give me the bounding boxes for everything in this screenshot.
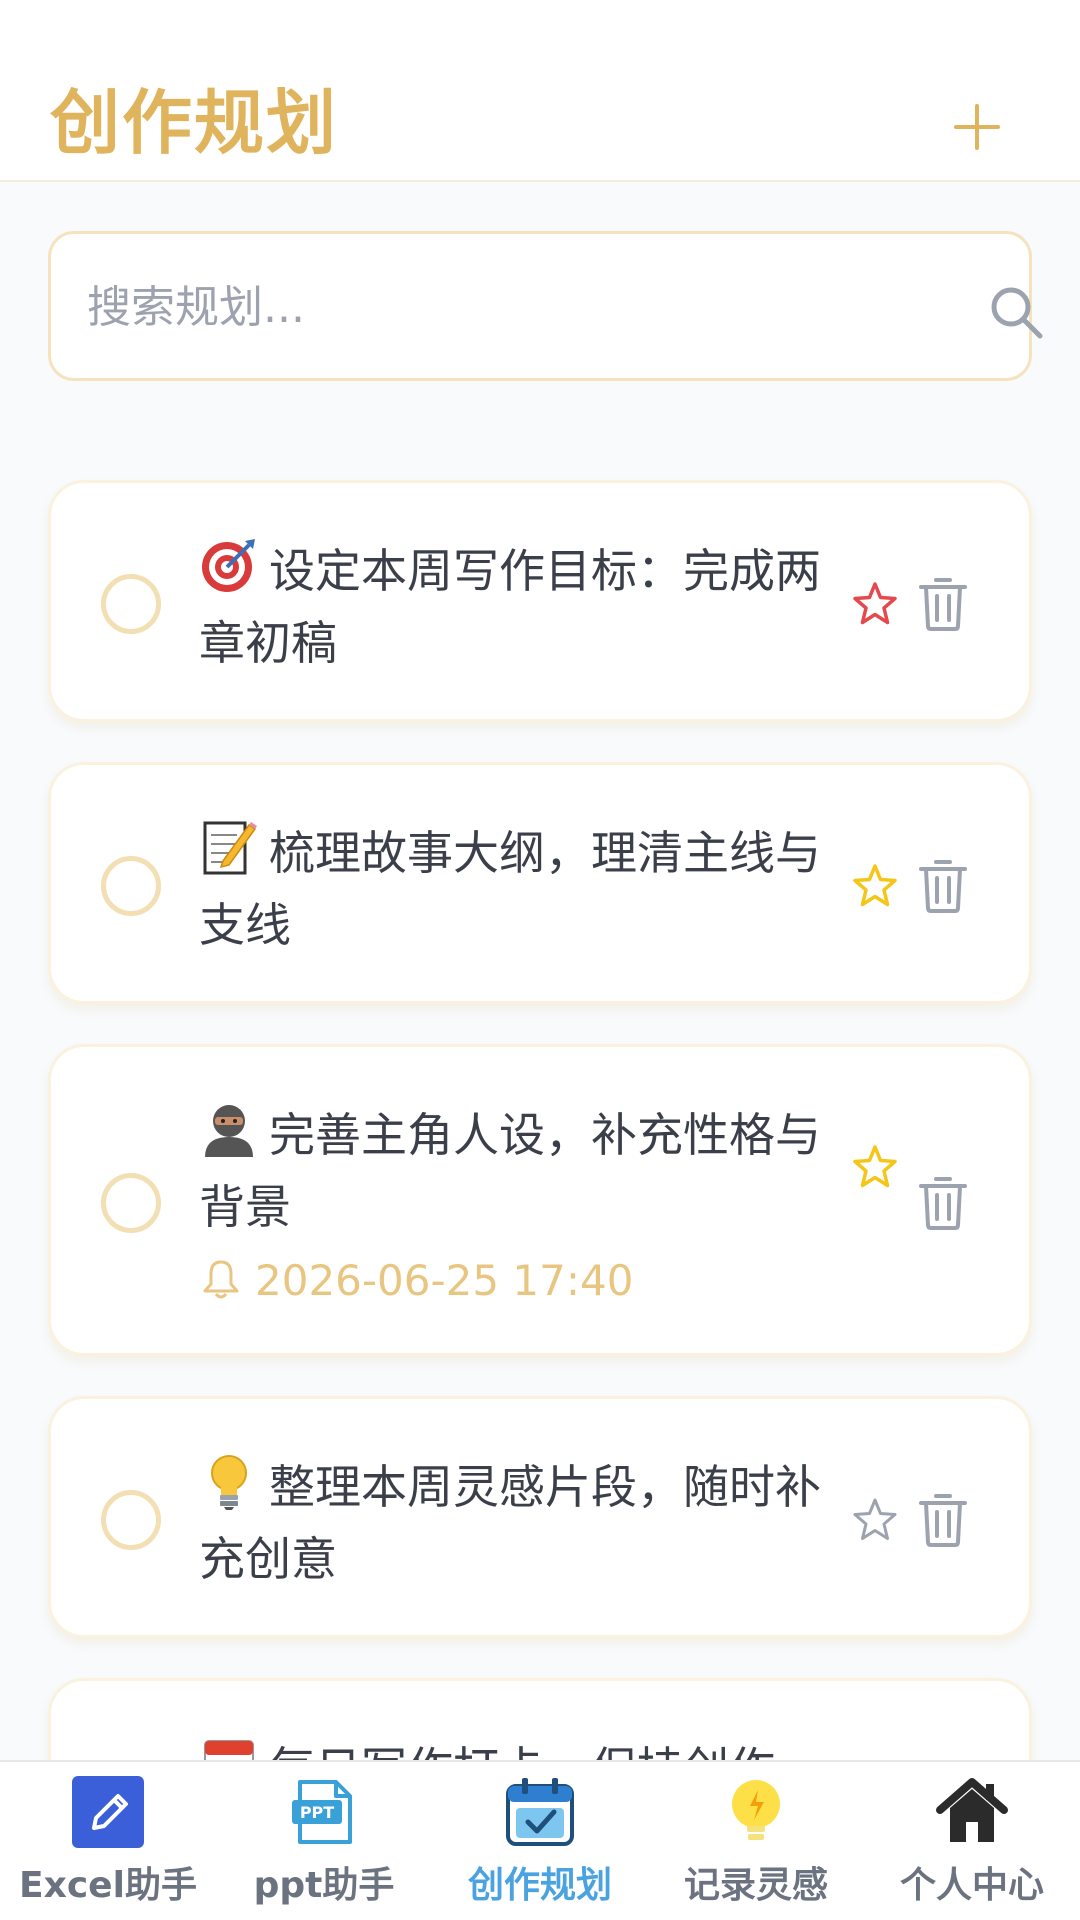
pencil-square-icon	[72, 1776, 144, 1848]
nav-label: Excel助手	[19, 1865, 197, 1906]
star-icon[interactable]	[851, 862, 899, 910]
search-bar	[48, 231, 1043, 381]
complete-checkbox[interactable]	[101, 1173, 161, 1233]
nav-label: 创作规划	[467, 1865, 612, 1906]
header: 创作规划	[0, 0, 1080, 182]
star-icon[interactable]	[851, 580, 899, 628]
bottom-nav: Excel助手 PPT ppt助手 创作规划 记录灵感 个人中心	[0, 1760, 1080, 1920]
add-plan-button[interactable]	[950, 100, 1004, 154]
plan-card[interactable]: 梳理故事大纲，理清主线与支线	[48, 762, 1032, 1004]
trash-icon[interactable]	[917, 576, 969, 632]
app-screen: 创作规划 搜索规划... 设定本周写作目标：完成两章初稿 梳理故事大纲，理清主线…	[0, 0, 1080, 1920]
plan-text-label: 整理本周灵感片段，随时补充创意	[199, 1460, 821, 1586]
house-icon	[936, 1778, 1008, 1842]
complete-checkbox[interactable]	[101, 574, 161, 634]
nav-label: 个人中心	[899, 1865, 1044, 1906]
plan-text: 完善主角人设，补充性格与背景	[199, 1099, 859, 1243]
plan-card[interactable]: 每日写作打卡，保持创作	[48, 1678, 1032, 1760]
svg-text:PPT: PPT	[300, 1803, 334, 1822]
ppt-file-icon: PPT	[292, 1780, 352, 1844]
plan-card[interactable]: 完善主角人设，补充性格与背景 2026-06-25 17:40	[48, 1044, 1032, 1356]
trash-icon[interactable]	[917, 1175, 969, 1231]
search-icon[interactable]	[986, 282, 1046, 342]
reminder-time: 2026-06-25 17:40	[199, 1251, 759, 1311]
nav-item-inspiration[interactable]: 记录灵感	[648, 1762, 864, 1920]
nav-item-planning[interactable]: 创作规划	[432, 1762, 648, 1920]
nav-label: 记录灵感	[683, 1865, 828, 1906]
calendar-check-icon	[506, 1778, 574, 1846]
plan-text-label: 每日写作打卡，保持创作	[269, 1742, 775, 1760]
plan-text-label: 完善主角人设，补充性格与背景	[199, 1108, 821, 1234]
complete-checkbox[interactable]	[101, 856, 161, 916]
trash-icon[interactable]	[917, 858, 969, 914]
target-icon	[199, 535, 259, 595]
page-title: 创作规划	[50, 82, 338, 164]
plan-text: 设定本周写作目标：完成两章初稿	[199, 535, 859, 679]
plan-list: 设定本周写作目标：完成两章初稿 梳理故事大纲，理清主线与支线 完善主角人设，补充…	[0, 470, 1080, 1760]
calendar-icon	[199, 1733, 259, 1760]
reminder-text: 2026-06-25 17:40	[255, 1256, 634, 1305]
search-input[interactable]	[87, 264, 907, 350]
plan-text-label: 设定本周写作目标：完成两章初稿	[199, 544, 821, 670]
plan-card[interactable]: 整理本周灵感片段，随时补充创意	[48, 1396, 1032, 1638]
trash-icon[interactable]	[917, 1492, 969, 1548]
star-icon[interactable]	[851, 1143, 899, 1191]
plan-text: 整理本周灵感片段，随时补充创意	[199, 1451, 859, 1595]
plan-text: 每日写作打卡，保持创作	[199, 1733, 859, 1760]
plan-text: 梳理故事大纲，理清主线与支线	[199, 817, 859, 961]
complete-checkbox[interactable]	[101, 1490, 161, 1550]
bell-icon	[203, 1260, 239, 1299]
plan-card[interactable]: 设定本周写作目标：完成两章初稿	[48, 480, 1032, 722]
star-icon[interactable]	[851, 1496, 899, 1544]
ninja-icon	[199, 1099, 259, 1159]
plan-text-label: 梳理故事大纲，理清主线与支线	[199, 826, 821, 952]
light-bulb-icon	[732, 1780, 780, 1840]
nav-item-excel[interactable]: Excel助手	[0, 1762, 216, 1920]
nav-label: ppt助手	[253, 1865, 395, 1906]
nav-item-profile[interactable]: 个人中心	[864, 1762, 1080, 1920]
plus-icon	[954, 104, 1000, 150]
nav-item-ppt[interactable]: PPT ppt助手	[216, 1762, 432, 1920]
light-bulb-icon	[199, 1451, 259, 1511]
memo-icon	[199, 817, 259, 877]
